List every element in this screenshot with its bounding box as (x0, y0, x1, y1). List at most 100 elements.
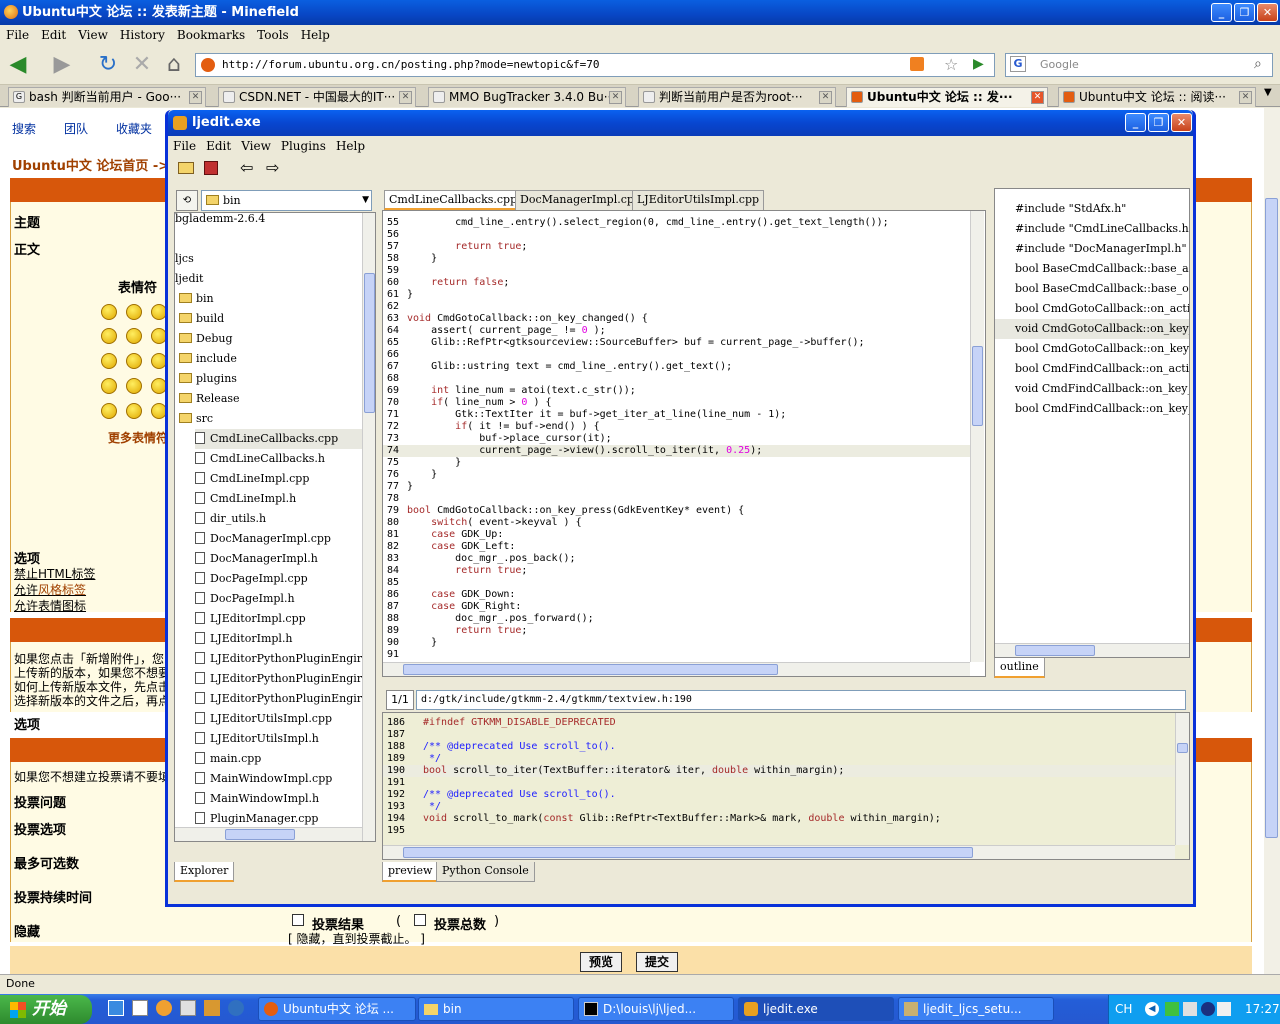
smilies-option[interactable]: 允许表情图标 (14, 597, 86, 614)
reload-icon[interactable]: ↻ (94, 51, 122, 79)
outline-item[interactable]: bool CmdFindCallback::on_key_p (1015, 399, 1189, 419)
smiley-icon[interactable] (126, 353, 142, 369)
smiley-icon[interactable] (101, 378, 117, 394)
tree-folder[interactable]: build (179, 309, 224, 329)
forum-favorites-link[interactable]: 收藏夹 (116, 120, 152, 137)
editor-tab-ljeditorutilsimpl[interactable]: LJEditorUtilsImpl.cpp (632, 190, 765, 210)
taskbar-item-bin[interactable]: bin (418, 997, 574, 1021)
ljedit-maximize-button[interactable]: ❐ (1148, 113, 1169, 132)
tree-file[interactable]: MainWindowImpl.cpp (195, 769, 332, 789)
preview-path-field[interactable]: d:/gtk/include/gtkmm-2.4/gtkmm/textview.… (416, 690, 1186, 710)
google-icon[interactable]: G (1010, 56, 1026, 72)
taskbar-item-ljedit[interactable]: ljedit.exe (738, 997, 894, 1021)
search-input[interactable]: Google (1005, 53, 1273, 77)
back-icon[interactable]: ◀ (4, 51, 32, 79)
outline-hscrollbar[interactable] (995, 643, 1189, 657)
tree-file[interactable]: CmdLineImpl.cpp (195, 469, 309, 489)
tray-arrow-icon[interactable]: ◀ (1145, 1002, 1159, 1016)
tree-item[interactable]: bglademm-2.6.4 (175, 213, 265, 229)
tab-list-icon[interactable]: ▼ (1264, 87, 1272, 98)
tray-app-icon[interactable] (1201, 1002, 1215, 1016)
outline-item[interactable]: #include "CmdLineCallbacks.h" (1015, 219, 1189, 239)
language-indicator[interactable]: CH (1115, 995, 1132, 1024)
quicklaunch-ie-icon[interactable] (108, 1000, 124, 1016)
tree-file[interactable]: LJEditorUtilsImpl.cpp (195, 709, 332, 729)
editor-hscroll-thumb[interactable] (403, 664, 778, 675)
tree-file[interactable]: LJEditorImpl.h (195, 629, 293, 649)
tree-file[interactable]: main.cpp (195, 749, 261, 769)
quicklaunch-app-icon[interactable] (156, 1000, 172, 1016)
ljedit-close-button[interactable]: ✕ (1171, 113, 1192, 132)
menu-help[interactable]: Help (295, 25, 336, 45)
tree-item[interactable]: ljedit (175, 269, 203, 289)
bbcode-link[interactable]: 风格标签 (38, 583, 86, 597)
tree-file[interactable]: CmdLineImpl.h (195, 489, 296, 509)
editor-tab-docmanagerimpl[interactable]: DocManagerImpl.cpp (515, 190, 646, 210)
smiley-icon[interactable] (126, 378, 142, 394)
lj-menu-plugins[interactable]: Plugins (276, 136, 331, 156)
tab-close-icon[interactable]: ✕ (609, 91, 622, 104)
tab-bash[interactable]: Gbash 判断当前用户 - Goo··· ✕ (8, 87, 206, 107)
tab-close-icon[interactable]: ✕ (1239, 91, 1252, 104)
search-magnifier-icon[interactable]: ⌕ (1254, 56, 1262, 72)
tree-file[interactable]: DocPageImpl.h (195, 589, 295, 609)
close-button[interactable]: ✕ (1257, 3, 1278, 22)
smiley-icon[interactable] (126, 403, 142, 419)
explorer-hscroll-thumb[interactable] (225, 829, 295, 840)
forum-search-link[interactable]: 搜索 (12, 120, 36, 137)
smiley-icon[interactable] (101, 304, 117, 320)
smiley-icon[interactable] (126, 304, 142, 320)
more-smilies-link[interactable]: 更多表情符 (108, 429, 168, 446)
outline-item[interactable]: #include "StdAfx.h" (1015, 199, 1126, 219)
tree-file[interactable]: LJEditorUtilsImpl.h (195, 729, 319, 749)
tab-close-icon[interactable]: ✕ (399, 91, 412, 104)
tab-csdn[interactable]: CSDN.NET - 中国最大的IT··· ✕ (218, 87, 416, 107)
tab-close-icon[interactable]: ✕ (819, 91, 832, 104)
outline-item[interactable]: bool BaseCmdCallback::base_act (1015, 259, 1189, 279)
tree-file[interactable]: MainWindowImpl.h (195, 789, 319, 809)
smiley-icon[interactable] (126, 328, 142, 344)
rss-icon[interactable] (910, 57, 924, 71)
menu-bookmarks[interactable]: Bookmarks (171, 25, 251, 45)
outline-item[interactable]: bool BaseCmdCallback::base_on_ (1015, 279, 1189, 299)
lj-menu-view[interactable]: View (236, 136, 276, 156)
disable-html-option[interactable]: 禁止HTML标签 (14, 565, 95, 582)
explorer-refresh-icon[interactable]: ⟲ (176, 190, 198, 211)
tree-folder[interactable]: Release (179, 389, 240, 409)
quicklaunch-app-icon[interactable] (180, 1000, 196, 1016)
tree-folder[interactable]: bin (179, 289, 214, 309)
tab-bugtracker[interactable]: MMO BugTracker 3.4.0 Bu··· ✕ (428, 87, 626, 107)
tree-file[interactable]: LJEditorPythonPluginEngir (195, 669, 362, 689)
minimize-button[interactable]: _ (1211, 3, 1232, 22)
outline-item[interactable]: void CmdFindCallback::on_key_c (1015, 379, 1189, 399)
python-console-tab[interactable]: Python Console (436, 862, 535, 882)
tree-file[interactable]: DocManagerImpl.h (195, 549, 318, 569)
tab-root[interactable]: 判断当前用户是否为root··· ✕ (638, 87, 836, 107)
outline-item[interactable]: bool CmdGotoCallback::on_key_p (1015, 339, 1189, 359)
editor-vscrollbar[interactable] (970, 211, 984, 662)
tree-file[interactable]: DocPageImpl.cpp (195, 569, 308, 589)
smiley-icon[interactable] (101, 403, 117, 419)
tree-file[interactable]: CmdLineCallbacks.h (195, 449, 325, 469)
forward-icon[interactable]: ▶ (48, 51, 76, 79)
outline-item[interactable]: bool CmdGotoCallback::on_activ (1015, 299, 1189, 319)
tray-app-icon[interactable] (1165, 1002, 1179, 1016)
tree-file[interactable]: DocManagerImpl.cpp (195, 529, 331, 549)
outline-item[interactable]: #include "DocManagerImpl.h" (1015, 239, 1187, 259)
tree-folder[interactable]: Debug (179, 329, 233, 349)
tree-file[interactable]: PluginManager.cpp (195, 809, 318, 829)
taskbar-item-cmd[interactable]: D:\louis\lj\ljed... (578, 997, 734, 1021)
tray-volume-icon[interactable] (1217, 1002, 1231, 1016)
lj-menu-help[interactable]: Help (331, 136, 370, 156)
menu-history[interactable]: History (114, 25, 171, 45)
ljedit-minimize-button[interactable]: _ (1125, 113, 1146, 132)
preview-hscrollbar[interactable] (383, 845, 1175, 859)
quicklaunch-app-icon[interactable] (228, 1000, 244, 1016)
outline-item[interactable]: void CmdGotoCallback::on_key_c (995, 319, 1189, 339)
home-icon[interactable]: ⌂ (160, 51, 188, 79)
poll-result-checkbox[interactable] (292, 914, 304, 926)
outline-hscroll-thumb[interactable] (1015, 645, 1095, 656)
tree-file[interactable]: LJEditorImpl.cpp (195, 609, 306, 629)
explorer-vscrollbar[interactable] (362, 213, 375, 841)
explorer-path-select[interactable]: bin ▼ (201, 190, 372, 211)
